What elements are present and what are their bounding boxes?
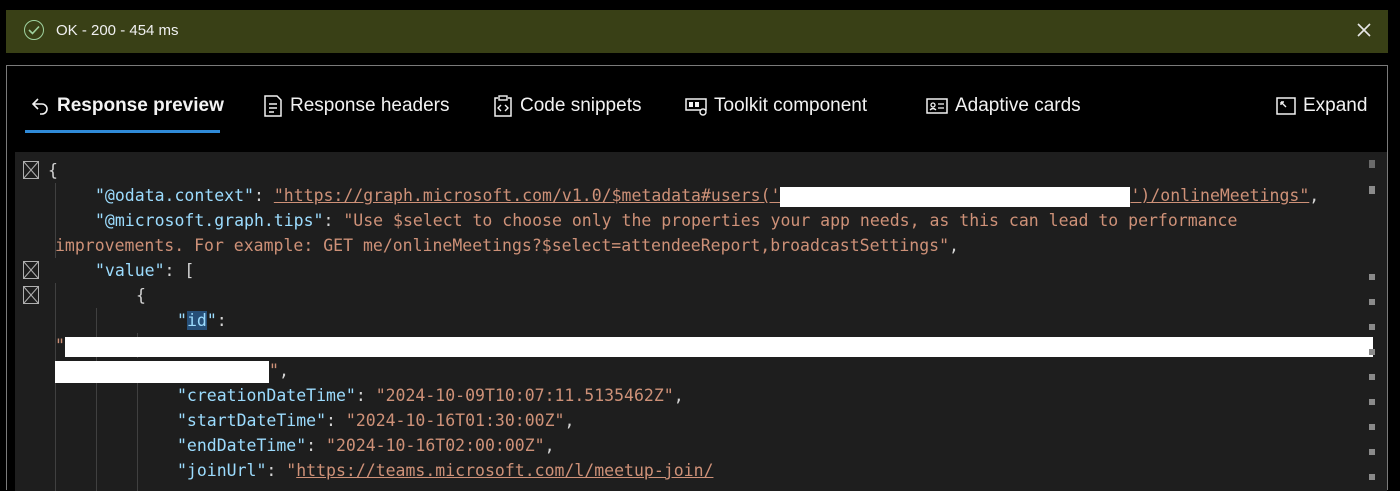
fold-toggle-icon[interactable] [23,261,39,279]
code-line: " [55,333,1373,358]
response-panel: Response preview Response headers Code s… [6,65,1388,491]
tab-code-snippets[interactable]: Code snippets [492,92,641,120]
expand-label: Expand [1303,95,1368,116]
minimap-marker [1369,374,1375,380]
code-line: { [48,161,58,180]
join-url-link[interactable]: https://teams.microsoft.com/l/meetup-joi… [296,461,713,480]
indent-guide [55,283,56,491]
redacted-block [780,186,1131,207]
editor-scrollbar[interactable] [1369,156,1375,491]
minimap-marker [1369,186,1375,194]
json-response-editor[interactable]: { "@odata.context": "https://graph.micro… [15,152,1387,491]
tab-toolkit-component[interactable]: Toolkit component [684,92,867,120]
tab-label: Response preview [57,95,224,116]
tab-label: Toolkit component [714,95,868,116]
redacted-block [64,336,1373,357]
minimap-marker [1369,349,1375,355]
minimap-marker [1369,274,1375,280]
fold-toggle-icon[interactable] [23,161,39,179]
minimap-marker [1369,449,1375,455]
status-bar: OK - 200 - 454 ms [6,10,1388,53]
tab-response-preview[interactable]: Response preview [29,92,224,120]
redacted-block [55,360,269,383]
code-line: ", [55,358,289,383]
minimap-marker [1369,324,1375,330]
scroll-thumb[interactable] [1369,160,1375,168]
code-line: "id": [177,311,227,330]
check-circle-icon [24,20,44,40]
status-text: OK - 200 - 454 ms [56,22,179,39]
code-line: improvements. For example: GET me/online… [55,236,959,255]
odata-context-link[interactable]: "https://graph.microsoft.com/v1.0/$metad… [274,186,1309,207]
tab-label: Code snippets [520,95,642,116]
code-line: "@odata.context": "https://graph.microso… [95,186,1320,207]
code-line: "creationDateTime": "2024-10-09T10:07:11… [177,386,684,405]
tab-label: Response headers [290,95,450,116]
minimap-marker [1369,399,1375,405]
code-line: "@microsoft.graph.tips": "Use $select to… [95,211,1238,230]
fold-toggle-icon[interactable] [23,286,39,304]
tab-adaptive-cards[interactable]: Adaptive cards [925,92,1081,120]
component-icon [685,98,707,116]
tab-label: Adaptive cards [955,95,1081,116]
expand-icon [1276,97,1296,115]
tab-response-headers[interactable]: Response headers [262,92,450,120]
expand-button[interactable]: Expand [1275,92,1367,120]
code-line: "endDateTime": "2024-10-16T02:00:00Z", [177,436,555,455]
code-line: { [136,286,146,305]
contact-card-icon [926,98,948,114]
undo-arrow-icon [31,98,48,115]
minimap-marker [1369,424,1375,430]
active-tab-indicator [25,130,220,133]
code-line: "joinUrl": "https://teams.microsoft.com/… [177,461,714,480]
indent-guide [137,383,138,491]
code-line: "startDateTime": "2024-10-16T01:30:00Z", [177,411,575,430]
document-list-icon [264,95,282,117]
clipboard-code-icon [494,95,512,117]
close-icon[interactable] [1354,20,1374,40]
minimap-marker [1369,474,1375,480]
code-line: "value": [ [95,261,195,280]
minimap-marker [1369,299,1375,305]
